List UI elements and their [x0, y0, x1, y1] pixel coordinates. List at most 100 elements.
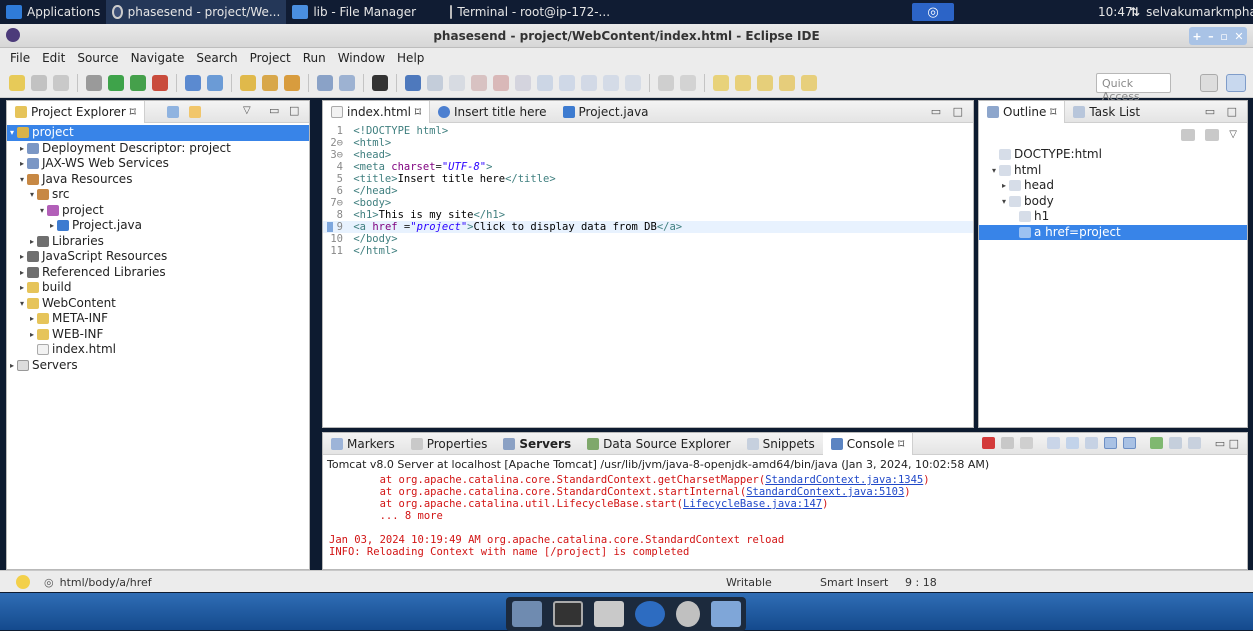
expand-arrow-icon[interactable]: ▸	[17, 156, 27, 172]
network-icon[interactable]: ◎	[912, 3, 954, 21]
tab-console[interactable]: Console ⌑	[822, 432, 914, 455]
outline-item[interactable]: ▾ html	[979, 163, 1247, 179]
run-external-icon[interactable]	[130, 74, 146, 91]
step-into-icon[interactable]	[537, 74, 553, 91]
java-ee-perspective-icon[interactable]	[1226, 74, 1246, 92]
outline-item[interactable]: ▸ head	[979, 178, 1247, 194]
terminal-launcher-icon[interactable]	[552, 601, 583, 627]
tab-project-java[interactable]: Project.java	[555, 101, 657, 123]
new-icon[interactable]	[9, 74, 25, 91]
expand-arrow-icon[interactable]: ▾	[999, 194, 1009, 210]
close-icon[interactable]: ✕	[1234, 30, 1243, 43]
run-icon[interactable]	[108, 74, 124, 91]
expand-arrow-icon[interactable]: ▸	[7, 358, 17, 374]
tab-outline[interactable]: Outline ⌑	[979, 100, 1066, 123]
tab-data-source-explorer[interactable]: Data Source Explorer	[579, 433, 738, 455]
maximize-icon[interactable]: +	[1192, 30, 1201, 43]
code-line[interactable]: 3⊖ <head>	[323, 149, 973, 161]
collapse-all-icon[interactable]	[167, 106, 179, 118]
open-console-icon[interactable]	[1187, 437, 1201, 449]
console-output[interactable]: at org.apache.catalina.core.StandardCont…	[323, 474, 1247, 558]
outline-item[interactable]: a href=project	[979, 224, 1247, 240]
tab-insert-title[interactable]: Insert title here	[430, 101, 555, 123]
remove-launch-icon[interactable]	[1000, 437, 1014, 449]
next-annotation-icon[interactable]	[713, 74, 729, 91]
minimize-icon[interactable]: –	[1208, 30, 1214, 43]
show-on-stderr-icon[interactable]	[1122, 437, 1136, 449]
task-terminal[interactable]: Terminal - root@ip-172-...	[444, 0, 614, 24]
menu-window[interactable]: Window	[332, 51, 391, 65]
terminate-icon[interactable]	[981, 437, 995, 449]
display-console-icon[interactable]	[1168, 437, 1182, 449]
save-icon[interactable]	[31, 74, 47, 91]
expand-arrow-icon[interactable]: ▾	[17, 296, 27, 312]
suspend-icon[interactable]	[471, 74, 487, 91]
code-line[interactable]: 9 <a href ="project">Click to display da…	[323, 221, 973, 233]
expand-arrow-icon[interactable]: ▸	[47, 218, 57, 234]
restore-icon[interactable]: ▫	[1220, 30, 1227, 43]
task-eclipse[interactable]: phasesend - project/We...	[106, 0, 287, 24]
tab-servers[interactable]: Servers	[495, 433, 579, 455]
step-return-icon[interactable]	[581, 74, 597, 91]
disconnect-icon[interactable]	[515, 74, 531, 91]
resume-icon[interactable]	[449, 74, 465, 91]
tab-markers[interactable]: Markers	[323, 433, 403, 455]
editor-window-controls[interactable]: ▭ □	[931, 105, 967, 118]
expand-arrow-icon[interactable]: ▸	[999, 178, 1009, 194]
show-desktop-icon[interactable]	[511, 601, 542, 627]
menu-help[interactable]: Help	[391, 51, 430, 65]
expand-arrow-icon[interactable]: ▸	[17, 280, 27, 296]
edit-icon[interactable]	[284, 74, 300, 91]
tree-item[interactable]: ▸ Referenced Libraries	[7, 265, 309, 281]
menu-run[interactable]: Run	[297, 51, 332, 65]
tree-item[interactable]: index.html	[7, 342, 309, 358]
forward-icon[interactable]	[801, 74, 817, 91]
profile-icon[interactable]	[152, 74, 168, 91]
code-line[interactable]: 2⊖ <html>	[323, 137, 973, 149]
web-browser-launcher-icon[interactable]	[634, 601, 665, 627]
drop-frame-icon[interactable]	[603, 74, 619, 91]
minimize-icon[interactable]: ▭	[269, 104, 279, 117]
tree-item[interactable]: ▸ Deployment Descriptor: project	[7, 141, 309, 157]
clear-console-icon[interactable]	[1046, 437, 1060, 449]
pin-console-icon[interactable]	[1149, 437, 1163, 449]
tree-item[interactable]: ▾ Java Resources	[7, 172, 309, 188]
use-step-filters-icon[interactable]	[625, 74, 641, 91]
back-icon[interactable]	[779, 74, 795, 91]
toggle-mark-icon[interactable]	[658, 74, 674, 91]
expand-arrow-icon[interactable]: ▸	[27, 327, 37, 343]
toggle-block-icon[interactable]	[680, 74, 696, 91]
tab-index-html[interactable]: index.html ⌑	[323, 100, 430, 123]
menu-file[interactable]: File	[4, 51, 36, 65]
task-file-manager[interactable]: lib - File Manager	[286, 0, 436, 24]
tree-item[interactable]: ▾ project	[7, 203, 309, 219]
tab-project-explorer[interactable]: Project Explorer ⌑	[7, 100, 145, 123]
terminate-icon[interactable]	[493, 74, 509, 91]
last-edit-icon[interactable]	[757, 74, 773, 91]
stack-trace-link[interactable]: StandardContext.java:5103	[746, 486, 904, 498]
menu-navigate[interactable]: Navigate	[125, 51, 191, 65]
maximize-icon[interactable]: □	[289, 104, 299, 117]
expand-arrow-icon[interactable]: ▾	[37, 203, 47, 219]
annotation-icon[interactable]	[339, 74, 355, 91]
stack-trace-link[interactable]: StandardContext.java:1345	[765, 474, 923, 486]
tree-item[interactable]: ▸ JAX-WS Web Services	[7, 156, 309, 172]
code-area[interactable]: 1 <!DOCTYPE html> 2⊖ <html> 3⊖ <head> 4 <me…	[323, 123, 973, 257]
tree-item[interactable]: ▸ Libraries	[7, 234, 309, 250]
save-all-icon[interactable]	[53, 74, 69, 91]
search-launcher-icon[interactable]	[675, 601, 700, 627]
expand-arrow-icon[interactable]: ▾	[27, 187, 37, 203]
code-line[interactable]: 1 <!DOCTYPE html>	[323, 125, 973, 137]
menu-project[interactable]: Project	[244, 51, 297, 65]
remove-all-icon[interactable]	[1019, 437, 1033, 449]
menu-source[interactable]: Source	[71, 51, 124, 65]
outline-item[interactable]: ▾ body	[979, 194, 1247, 210]
code-line[interactable]: 6 </head>	[323, 185, 973, 197]
code-line[interactable]: 5 <title>Insert title here</title>	[323, 173, 973, 185]
lightbulb-icon[interactable]	[16, 575, 30, 589]
expand-arrow-icon[interactable]: ▸	[27, 234, 37, 250]
new-server-icon[interactable]	[185, 74, 201, 91]
menu-edit[interactable]: Edit	[36, 51, 71, 65]
code-line[interactable]: 10 </body>	[323, 233, 973, 245]
outline-item[interactable]: h1	[979, 209, 1247, 225]
